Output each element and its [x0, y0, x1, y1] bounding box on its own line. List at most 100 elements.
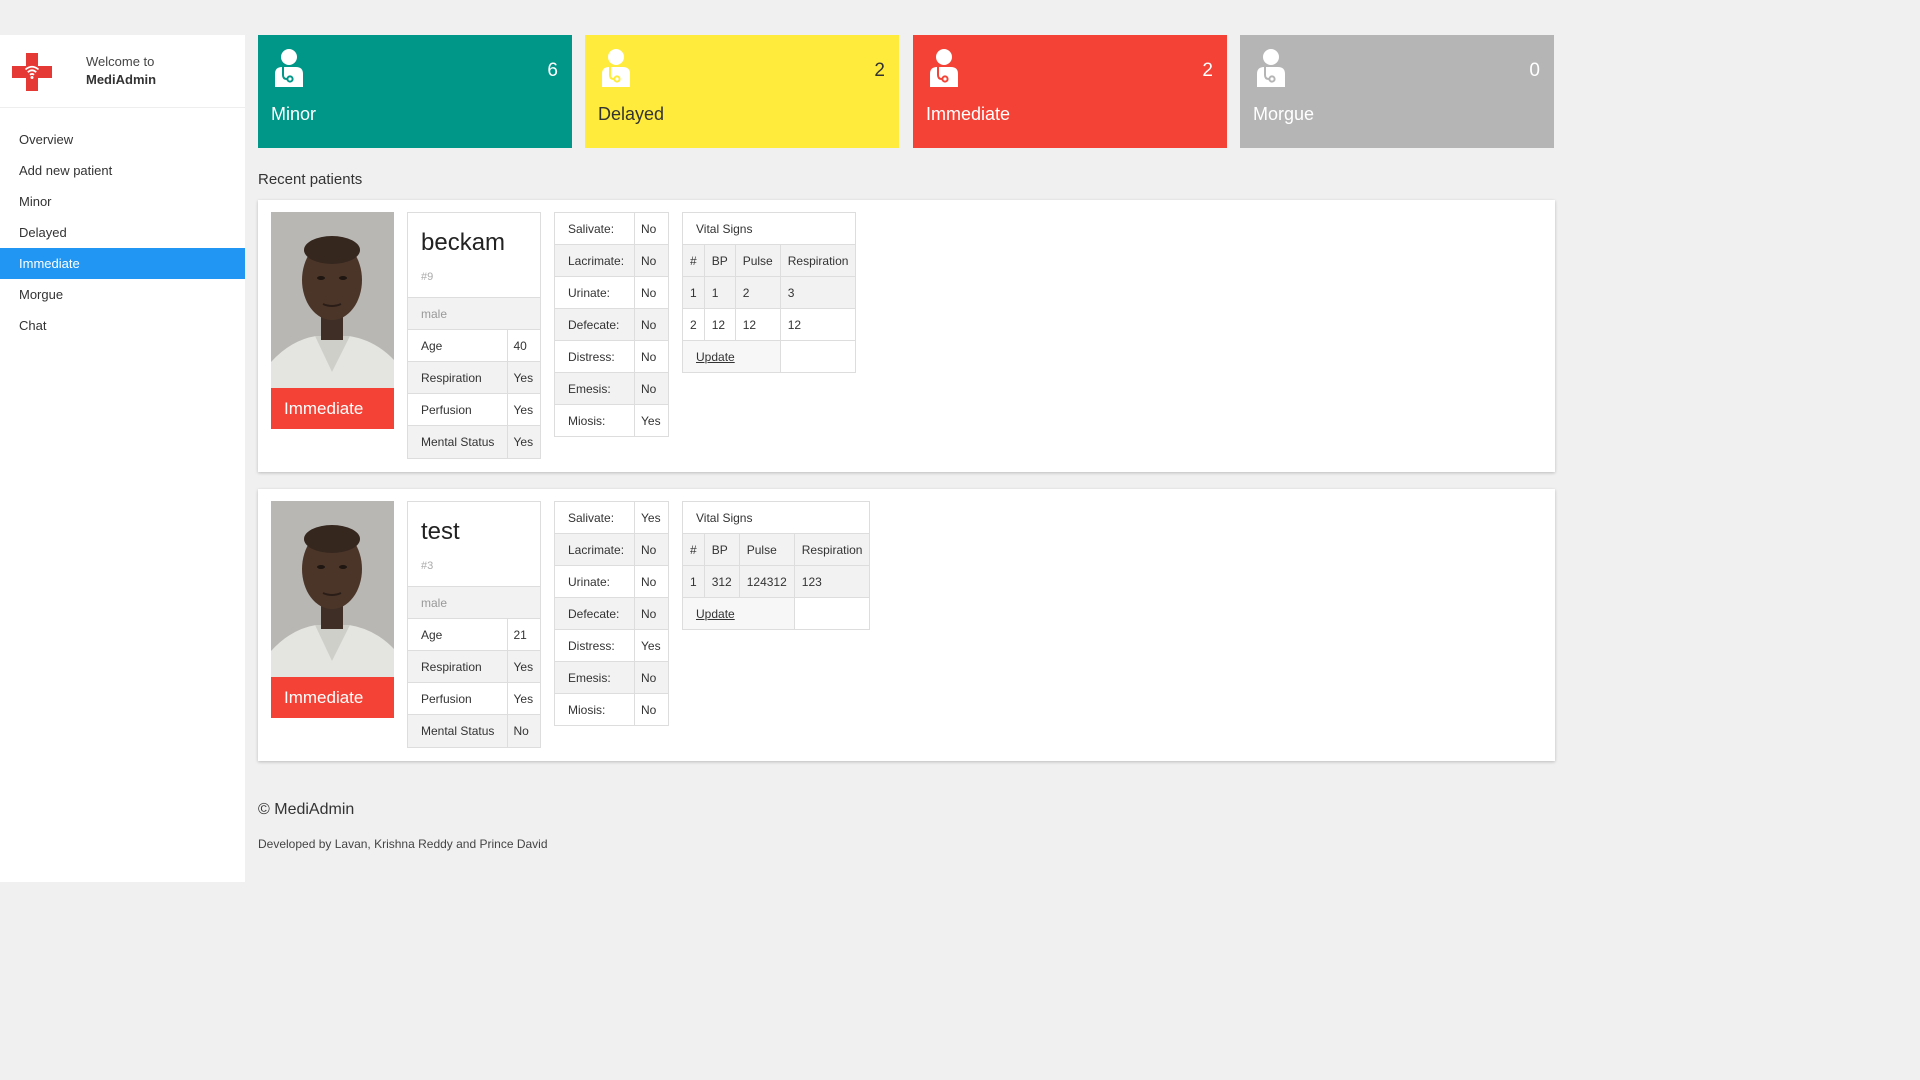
update-vitals-link[interactable]: Update: [696, 350, 735, 364]
symptom-label: Urinate:: [554, 565, 635, 598]
field-label: Mental Status: [408, 425, 507, 458]
vital-cell: 1: [703, 276, 736, 309]
vital-cell: 312: [703, 565, 740, 598]
field-value: Yes: [506, 650, 540, 683]
field-value: Yes: [506, 682, 540, 715]
vital-header: Pulse: [734, 244, 781, 277]
patient-name: test: [421, 518, 460, 545]
symptom-value: No: [634, 340, 669, 373]
vital-header: #: [682, 533, 705, 566]
field-label: Respiration: [408, 361, 507, 394]
vital-cell: 1: [682, 565, 705, 598]
symptom-label: Lacrimate:: [554, 244, 635, 277]
stat-label: Minor: [271, 104, 317, 124]
vital-cell: 12: [703, 308, 736, 341]
symptom-value: No: [634, 565, 669, 598]
field-value: Yes: [506, 425, 540, 458]
vital-header: BP: [703, 244, 736, 277]
symptoms-table: Salivate: Yes Lacrimate: No Urinate: No Def…: [554, 501, 669, 726]
stat-card-delayed[interactable]: 2 Delayed: [585, 35, 899, 148]
sidebar-item-chat[interactable]: Chat: [0, 310, 245, 341]
sidebar-item-overview[interactable]: Overview: [0, 124, 245, 155]
sidebar: Welcome to MediAdmin Overview Add new pa…: [0, 35, 245, 882]
symptom-label: Lacrimate:: [554, 533, 635, 566]
vital-signs-title: Vital Signs: [681, 501, 871, 534]
symptom-value: No: [634, 693, 669, 726]
brand-name: MediAdmin: [86, 72, 157, 87]
vital-signs-table: Vital Signs # BP Pulse Respiration 1 1 2…: [681, 212, 857, 373]
symptom-value: No: [634, 372, 669, 405]
patient-fields: male Age 21 Respiration Yes Perfusion Yes M…: [408, 586, 540, 747]
patient-id: #3: [421, 560, 434, 572]
symptom-label: Defecate:: [554, 308, 635, 341]
patient-photo: [271, 212, 394, 388]
symptom-label: Emesis:: [554, 372, 635, 405]
stat-count: 6: [547, 60, 558, 81]
sidebar-item-immediate[interactable]: Immediate: [0, 248, 245, 279]
stat-label: Delayed: [598, 104, 665, 124]
brand-header: Welcome to MediAdmin: [0, 35, 245, 108]
symptom-label: Distress:: [554, 340, 635, 373]
stat-count: 2: [874, 60, 885, 81]
field-value: No: [506, 714, 540, 747]
vital-header: Respiration: [793, 533, 871, 566]
sidebar-item-delayed[interactable]: Delayed: [0, 217, 245, 248]
vital-cell: 12: [734, 308, 781, 341]
patient-icon: [930, 49, 958, 87]
field-label: Respiration: [408, 650, 507, 683]
field-value: Yes: [506, 393, 540, 426]
vital-header: Pulse: [738, 533, 795, 566]
symptom-value: No: [634, 244, 669, 277]
stat-count: 0: [1529, 60, 1540, 81]
vital-signs-title: Vital Signs: [681, 212, 857, 245]
vital-signs-table: Vital Signs # BP Pulse Respiration 1 312…: [681, 501, 871, 630]
vital-header: BP: [703, 533, 740, 566]
symptom-label: Distress:: [554, 629, 635, 662]
stat-count: 2: [1202, 60, 1213, 81]
vital-header: Respiration: [779, 244, 857, 277]
medical-cross-wifi-icon: [12, 53, 52, 91]
vital-header: #: [682, 244, 705, 277]
brand-welcome: Welcome to: [86, 54, 155, 69]
vital-cell: 2: [734, 276, 781, 309]
symptom-label: Defecate:: [554, 597, 635, 630]
symptom-value: No: [634, 212, 669, 245]
symptom-value: No: [634, 308, 669, 341]
symptom-label: Miosis:: [554, 693, 635, 726]
patient-fields: male Age 40 Respiration Yes Perfusion Yes M…: [408, 297, 540, 458]
sidebar-item-minor[interactable]: Minor: [0, 186, 245, 217]
symptom-value: No: [634, 276, 669, 309]
vital-cell: 124312: [738, 565, 795, 598]
section-title: Recent patients: [258, 171, 363, 188]
triage-badge: Immediate: [271, 388, 394, 429]
stat-card-morgue[interactable]: 0 Morgue: [1240, 35, 1554, 148]
sidebar-item-morgue[interactable]: Morgue: [0, 279, 245, 310]
patient-card: beckam #9 male Age 40 Respiration Yes Perf…: [407, 212, 541, 459]
symptom-value: No: [634, 661, 669, 694]
stat-label: Immediate: [926, 104, 1011, 124]
patient-gender: male: [408, 297, 540, 330]
symptoms-table: Salivate: No Lacrimate: No Urinate: No Defe…: [554, 212, 669, 437]
sidebar-item-add-new-patient[interactable]: Add new patient: [0, 155, 245, 186]
symptom-label: Miosis:: [554, 404, 635, 437]
field-label: Age: [408, 329, 507, 362]
stat-card-immediate[interactable]: 2 Immediate: [913, 35, 1227, 148]
field-label: Perfusion: [408, 682, 507, 715]
field-label: Mental Status: [408, 714, 507, 747]
vital-cell: 123: [793, 565, 871, 598]
patient-gender: male: [408, 586, 540, 619]
field-value: 21: [506, 618, 540, 651]
field-value: Yes: [506, 361, 540, 394]
patient-panel: Immediate beckam #9 male Age 40 Respirati…: [258, 200, 1555, 472]
update-vitals-link[interactable]: Update: [696, 607, 735, 621]
triage-badge: Immediate: [271, 677, 394, 718]
patient-card: test #3 male Age 21 Respiration Yes Perfus…: [407, 501, 541, 748]
field-label: Perfusion: [408, 393, 507, 426]
field-label: Age: [408, 618, 507, 651]
symptom-value: Yes: [634, 501, 669, 534]
symptom-label: Urinate:: [554, 276, 635, 309]
stat-card-minor[interactable]: 6 Minor: [258, 35, 572, 148]
patient-name: beckam: [421, 229, 506, 256]
vital-cell: 2: [682, 308, 705, 341]
symptom-value: No: [634, 597, 669, 630]
